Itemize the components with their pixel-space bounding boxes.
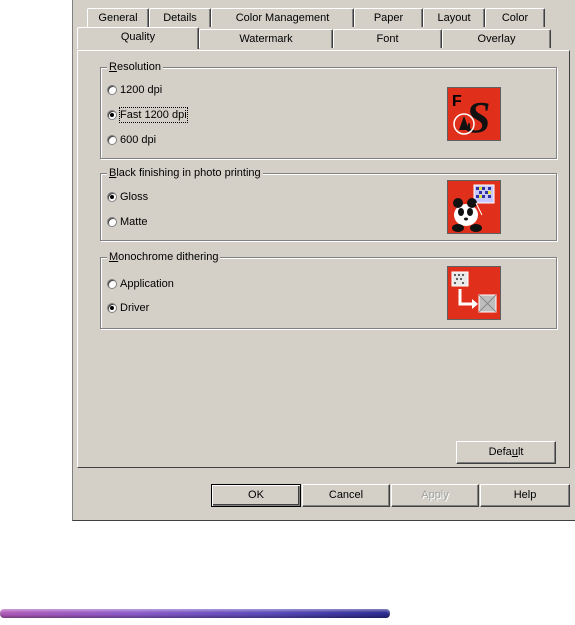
radio-application-label: Application (120, 278, 174, 290)
fast-resolution-icon: F S (447, 87, 501, 142)
help-button[interactable]: Help (480, 484, 570, 507)
radio-fast-1200-dpi-label: Fast 1200 dpi (119, 107, 188, 123)
radio-button[interactable] (107, 217, 117, 227)
tab-quality[interactable]: Quality (77, 27, 199, 49)
quality-tab-panel: Resolution 1200 dpi Fast 1200 dpi 600 dp… (77, 50, 570, 468)
tab-font[interactable]: Font (333, 29, 442, 48)
monochrome-dithering-group: Monochrome dithering Application Driver (100, 250, 557, 329)
tab-paper-label: Paper (373, 12, 404, 24)
radio-1200-dpi-label: 1200 dpi (120, 84, 163, 96)
tab-color[interactable]: Color (485, 8, 545, 27)
radio-button-selected[interactable] (107, 192, 117, 202)
radio-matte-label: Matte (120, 216, 148, 228)
tab-row-front: Quality Watermark Font Overlay (73, 27, 575, 49)
dithering-icon (447, 266, 501, 320)
tab-paper[interactable]: Paper (354, 8, 423, 27)
tab-general-label: General (98, 12, 138, 24)
tab-overlay-label: Overlay (477, 33, 516, 45)
tab-layout[interactable]: Layout (423, 8, 485, 27)
radio-1200-dpi[interactable]: 1200 dpi (107, 82, 162, 98)
tab-font-label: Font (376, 33, 399, 45)
radio-gloss-label: Gloss (120, 191, 149, 203)
radio-600-dpi-label: 600 dpi (120, 134, 157, 146)
black-finishing-group-title: Black finishing in photo printing (107, 166, 263, 180)
tab-quality-label: Quality (120, 31, 156, 43)
tab-layout-label: Layout (437, 12, 471, 24)
radio-fast-1200-dpi[interactable]: Fast 1200 dpi (107, 107, 188, 123)
resolution-group: Resolution 1200 dpi Fast 1200 dpi 600 dp… (100, 60, 557, 159)
decorative-gradient-bar (0, 609, 390, 618)
radio-button[interactable] (107, 135, 117, 145)
tab-general[interactable]: General (87, 8, 149, 27)
radio-button-selected[interactable] (107, 303, 117, 313)
cancel-button[interactable]: Cancel (302, 484, 390, 507)
black-finishing-group: Black finishing in photo printing Gloss … (100, 166, 557, 241)
ok-button[interactable]: OK (211, 484, 301, 507)
tab-watermark[interactable]: Watermark (199, 29, 333, 48)
radio-button-selected[interactable] (107, 110, 117, 120)
radio-driver[interactable]: Driver (107, 300, 149, 316)
tab-color-management-label: Color Management (235, 12, 330, 24)
printer-properties-dialog: General Details Color Management Paper L… (72, 0, 575, 521)
tab-overlay[interactable]: Overlay (442, 29, 551, 48)
radio-application[interactable]: Application (107, 276, 174, 292)
tab-details-label: Details (163, 12, 197, 24)
dither-transfer-icon (451, 271, 497, 313)
radio-button[interactable] (107, 85, 117, 95)
tab-color-label: Color (501, 12, 529, 24)
fs-logo-icon: F S (452, 93, 490, 142)
apply-button[interactable]: Apply (391, 484, 479, 507)
radio-gloss[interactable]: Gloss (107, 189, 148, 205)
photo-finish-icon (447, 180, 501, 234)
resolution-group-title: Resolution (107, 60, 163, 74)
radio-600-dpi[interactable]: 600 dpi (107, 132, 156, 148)
tab-watermark-label: Watermark (239, 33, 293, 45)
tab-details[interactable]: Details (149, 8, 211, 27)
tab-color-management[interactable]: Color Management (211, 8, 354, 27)
monochrome-dithering-group-title: Monochrome dithering (107, 250, 221, 264)
svg-text:F: F (452, 93, 462, 110)
tab-row-back: General Details Color Management Paper L… (73, 8, 575, 28)
panda-photo-icon (452, 184, 495, 232)
radio-driver-label: Driver (120, 302, 150, 314)
radio-button[interactable] (107, 279, 117, 289)
default-button[interactable]: Default (456, 441, 556, 464)
radio-matte[interactable]: Matte (107, 214, 148, 230)
